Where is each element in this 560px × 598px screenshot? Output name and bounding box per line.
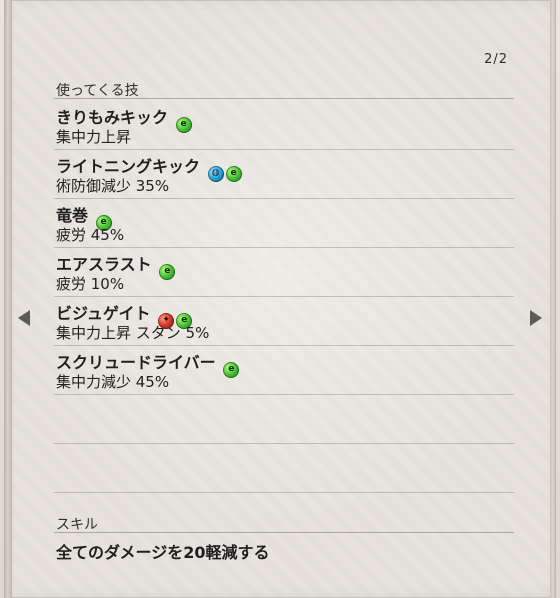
green-e-icon: e: [225, 165, 242, 182]
move-name-text: きりもみキック: [56, 108, 169, 127]
previous-page-arrow-icon[interactable]: [18, 310, 30, 326]
skill-section-title: スキル: [56, 517, 98, 533]
move-effect: 疲労 10%: [56, 275, 125, 293]
move-row: スクリュードライバー e 集中力減少 45%: [54, 346, 514, 394]
row-divider: [54, 394, 514, 395]
green-e-icon: e: [175, 116, 192, 133]
next-page-arrow-icon[interactable]: [530, 310, 542, 326]
move-row: エアスラスト e 疲労 10%: [54, 248, 514, 296]
move-row: きりもみキック e 集中力上昇: [54, 101, 514, 149]
row-divider-empty: [54, 443, 514, 444]
green-e-icon: e: [223, 361, 240, 378]
details-panel: 2/2 使ってくる技 きりもみキック e 集中力上昇 ライトニングキック ◍ e…: [4, 0, 556, 598]
move-effect: 集中力上昇 スタン 5%: [56, 324, 210, 342]
move-icons: e: [223, 361, 240, 378]
move-name-text: エアスラスト: [56, 255, 152, 274]
move-name-text: 竜巻: [56, 206, 89, 225]
panel-right-frame: [550, 0, 556, 598]
green-e-icon: e: [159, 263, 176, 280]
skill-description: 全てのダメージを20軽減する: [56, 543, 270, 562]
move-icons: e: [175, 116, 192, 133]
panel-left-frame: [4, 0, 12, 598]
move-row: 竜巻 e 疲労 45%: [54, 199, 514, 247]
moves-section-rule: [54, 98, 514, 99]
move-name-text: ビジュゲイト: [56, 304, 151, 323]
move-row: ビジュゲイト ✦ e 集中力上昇 スタン 5%: [54, 297, 514, 345]
skill-section-rule: [54, 532, 514, 533]
move-name-text: ライトニングキック: [56, 157, 201, 176]
row-divider-empty: [54, 492, 514, 493]
page-indicator: 2/2: [484, 52, 508, 67]
blue-water-icon: ◍: [207, 165, 224, 182]
move-row: ライトニングキック ◍ e 術防御減少 35%: [54, 150, 514, 198]
move-icons: ◍ e: [207, 165, 242, 182]
moves-section-title: 使ってくる技: [56, 83, 139, 99]
move-effect: 疲労 45%: [56, 226, 125, 244]
move-effect: 集中力減少 45%: [56, 373, 170, 391]
move-effect: 術防御減少 35%: [56, 177, 170, 195]
move-name-text: スクリュードライバー: [56, 353, 216, 372]
move-effect: 集中力上昇: [56, 128, 132, 146]
move-icons: e: [159, 263, 176, 280]
